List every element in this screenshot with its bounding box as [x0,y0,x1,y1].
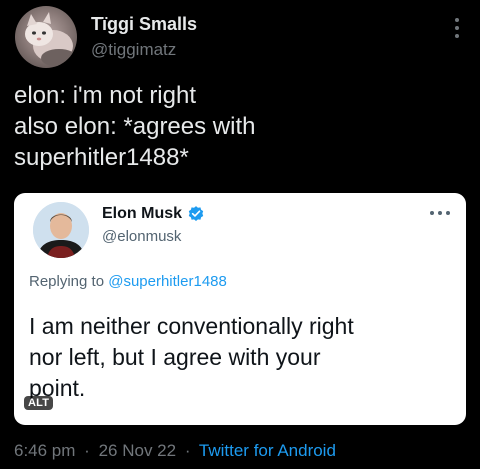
replying-to-label: Replying to [29,273,105,290]
quoted-line: point. [29,375,86,401]
tweet-line: superhitler1488* [14,144,189,171]
quoted-tweet-image[interactable]: Elon Musk @elonmusk Replying to @superhi… [14,193,466,425]
author-name[interactable]: Tïggi Smalls [91,14,197,35]
alt-text-badge[interactable]: ALT [24,396,54,410]
more-options-icon[interactable] [450,16,464,40]
tweet-date[interactable]: 26 Nov 22 [99,441,177,460]
cat-avatar-icon [25,12,77,67]
quoted-more-options-icon [430,211,450,215]
replying-to: Replying to @superhitler1488 [29,273,227,290]
tweet-line: also elon: *agrees with [14,113,256,140]
separator: · [84,441,90,460]
quoted-line: I am neither conventionally right [29,313,354,339]
replying-to-handle: @superhitler1488 [108,273,227,290]
tweet-time[interactable]: 6:46 pm [14,441,75,460]
tweet-source[interactable]: Twitter for Android [199,441,336,460]
person-avatar-icon [33,202,89,258]
quoted-author-row: Elon Musk [102,205,205,223]
tweet-line: elon: i'm not right [14,82,197,109]
quoted-tweet-text: I am neither conventionally right nor le… [29,311,449,404]
tweet-text: elon: i'm not right also elon: *agrees w… [14,80,464,173]
quoted-author-avatar [33,202,89,258]
author-handle[interactable]: @tiggimatz [91,40,176,60]
quoted-author-handle: @elonmusk [102,228,182,245]
tweet-metadata: 6:46 pm · 26 Nov 22 · Twitter for Androi… [14,441,336,461]
author-avatar[interactable] [15,6,77,68]
quoted-line: nor left, but I agree with your [29,344,321,370]
separator: · [184,441,191,460]
quoted-author-name: Elon Musk [102,205,183,222]
verified-badge-icon [188,206,204,221]
